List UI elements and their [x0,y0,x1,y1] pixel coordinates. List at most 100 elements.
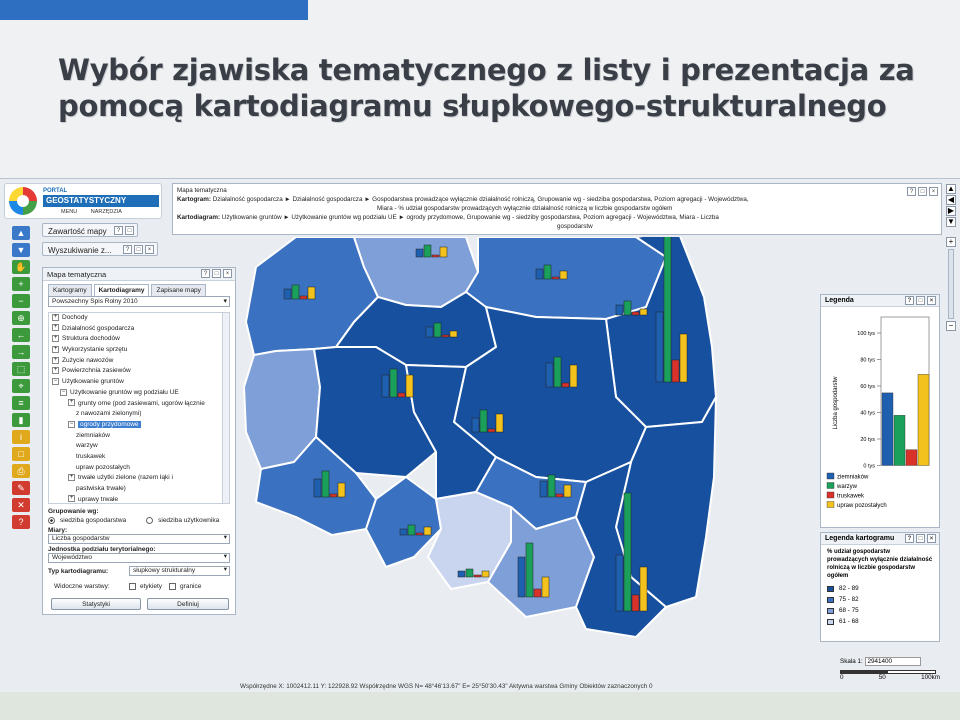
tree-item[interactable]: truskawek [49,452,229,463]
pan-left-icon[interactable]: ◀ [946,195,956,205]
measure-select[interactable]: Liczba gospodarstw [48,534,230,544]
close-icon[interactable]: × [145,245,154,254]
collapse-icon[interactable]: − [60,388,67,396]
grouping-label: Grupowanie wg: [48,508,99,515]
expand-icon[interactable]: + [68,399,75,407]
arrow-up-icon[interactable]: ▲ [12,226,30,240]
close-icon[interactable]: × [927,296,936,305]
tree-item[interactable]: + uprawy trwałe [49,495,229,503]
pan-up-icon[interactable]: ▲ [946,184,956,194]
radio-siedziba-uzytkownika[interactable] [146,516,154,524]
map-diagram-bar [631,594,640,612]
collapse-icon[interactable]: − [68,420,75,428]
help-icon[interactable]: ? [905,534,914,543]
close-icon[interactable]: × [929,187,938,196]
tree-item[interactable]: ziemniaków [49,431,229,442]
restore-icon[interactable]: □ [212,269,221,278]
unit-select[interactable]: Województwo [48,553,230,563]
select-icon[interactable]: ⬚ [12,362,30,376]
collapse-icon[interactable]: − [52,377,59,385]
layers-icon[interactable]: ≡ [12,396,30,410]
legend-axis-label: Liczba gospodarstw [833,376,839,430]
expand-icon[interactable]: + [52,313,59,321]
print-icon[interactable]: ⎙ [12,464,30,478]
tree-item[interactable]: + Powierzchnia zasiewów [49,366,229,377]
statistics-button[interactable]: Statystyki [51,598,141,610]
restore-icon[interactable]: □ [918,187,927,196]
expand-icon[interactable]: + [52,335,59,343]
close-icon[interactable]: × [927,534,936,543]
tree-item[interactable]: + Struktura dochodów [49,334,229,345]
arrow-down-icon[interactable]: ▼ [12,243,30,257]
map-diagram-bar [423,244,432,258]
scale-input[interactable]: 2941400 [864,657,921,666]
cartogram-class-row: 68 - 75 [821,605,939,616]
tree-item[interactable]: − Użytkowanie gruntów wg podziału UE [49,388,229,399]
help-icon[interactable]: ? [12,515,30,529]
restore-icon[interactable]: □ [916,534,925,543]
tree-item[interactable]: upraw pozostałych [49,463,229,474]
portal-logo[interactable]: PORTAL GEOSTATYSTYCZNY MENU NARZĘDZIA [4,183,162,219]
tree-item[interactable]: pastwiska trwałe) [49,484,229,495]
help-icon[interactable]: ? [905,296,914,305]
pan-right-icon[interactable]: ▶ [946,206,956,216]
identify-icon[interactable]: ⌖ [12,379,30,393]
menu-link[interactable]: MENU [61,209,77,215]
zoom-out-button[interactable]: − [946,321,956,331]
search-panel-header[interactable]: Wyszukiwanie z... ? □ × [42,242,158,256]
pan-down-icon[interactable]: ▼ [946,217,956,227]
cartogram-class-row: 61 - 68 [821,616,939,627]
tree-item[interactable]: + Wykorzystanie sprzętu [49,345,229,356]
tab-kartogramy[interactable]: Kartogramy [48,284,92,296]
tree-item-label: warzyw [76,442,98,450]
close-icon[interactable]: × [223,269,232,278]
tools-link[interactable]: NARZĘDZIA [91,209,122,215]
tree-item[interactable]: − ogrody przydomowe [49,420,229,431]
help-icon[interactable]: ? [907,187,916,196]
pan-hand-icon[interactable]: ✋ [12,260,30,274]
zoom-in-button[interactable]: + [946,237,956,247]
help-icon[interactable]: ? [114,226,123,235]
tree-item[interactable]: + grunty orne (pod zasiewami, ugorów łącz… [49,399,229,410]
tree-item[interactable]: + trwałe użytki zielone (razem łąki i [49,473,229,484]
tree-item[interactable]: z nawozami zielonymi) [49,409,229,420]
help-icon[interactable]: ? [123,245,132,254]
tree-item[interactable]: + Dochody [49,313,229,324]
tools-icon[interactable]: ✎ [12,481,30,495]
dataset-select[interactable]: Powszechny Spis Rolny 2010 [48,296,230,307]
labels-checkbox[interactable] [129,582,136,590]
tree-item[interactable]: warzyw [49,441,229,452]
restore-icon[interactable]: □ [916,296,925,305]
legend-tick: 80 tys [860,358,875,364]
tree-item[interactable]: + Działalność gospodarcza [49,324,229,335]
zoom-out-icon[interactable]: − [12,294,30,308]
expand-icon[interactable]: + [52,356,59,364]
restore-icon[interactable]: □ [134,245,143,254]
expand-icon[interactable]: + [52,345,59,353]
window-icon[interactable]: □ [12,447,30,461]
contents-panel-header[interactable]: Zawartość mapy ? □ [42,223,138,237]
tab-zapisane-mapy[interactable]: Zapisane mapy [151,284,206,296]
expand-icon[interactable]: + [52,324,59,332]
zoom-extent-icon[interactable]: ⊕ [12,311,30,325]
info-icon[interactable]: i [12,430,30,444]
borders-checkbox[interactable] [169,582,177,590]
chart-icon[interactable]: ▮ [12,413,30,427]
language-flag-icon[interactable]: ✕ [12,498,30,512]
back-icon[interactable]: ← [12,328,30,342]
diagram-type-select[interactable]: słupkowy strukturalny [129,566,230,576]
define-button[interactable]: Definiuj [147,598,229,610]
tab-kartodiagramy[interactable]: Kartodiagramy [93,284,150,296]
help-icon[interactable]: ? [201,269,210,278]
minimize-icon[interactable]: □ [125,226,134,235]
radio-siedziba-gospodarstwa[interactable] [48,516,55,524]
zoom-slider[interactable] [948,249,954,319]
forward-icon[interactable]: → [12,345,30,359]
expand-icon[interactable]: + [68,495,75,503]
tree-item[interactable]: + Zużycie nawozów [49,356,229,367]
zoom-in-icon[interactable]: + [12,277,30,291]
tree-item[interactable]: − Użytkowanie gruntów [49,377,229,388]
expand-icon[interactable]: + [52,367,59,375]
expand-icon[interactable]: + [68,474,75,482]
map-diagram-bar [415,248,424,258]
